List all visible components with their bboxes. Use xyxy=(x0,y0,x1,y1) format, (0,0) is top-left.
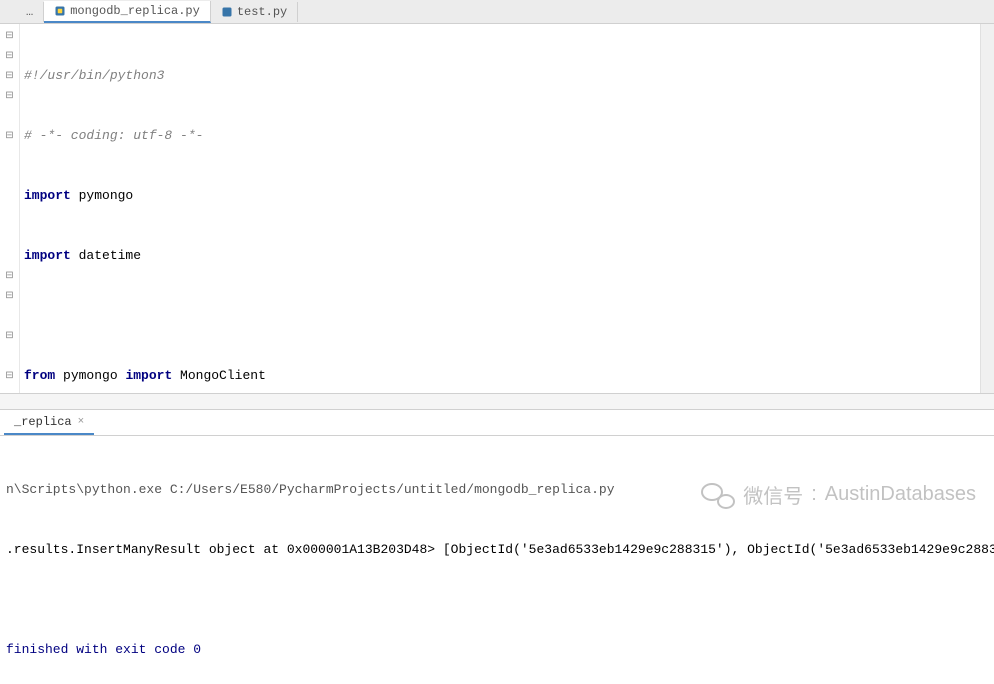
tab-file-2[interactable]: test.py xyxy=(211,2,298,22)
fold-icon[interactable]: ⊟ xyxy=(0,46,19,66)
fold-icon[interactable]: ⊟ xyxy=(0,26,19,46)
run-tab[interactable]: _replica × xyxy=(4,411,94,435)
fold-icon[interactable]: ⊟ xyxy=(0,126,19,146)
tab-label: mongodb_replica.py xyxy=(70,4,200,18)
tab-label: test.py xyxy=(237,5,287,19)
vertical-scrollbar[interactable] xyxy=(980,24,994,393)
editor-tabs: … mongodb_replica.py test.py xyxy=(0,0,994,24)
code-editor[interactable]: #!/usr/bin/python3 # -*- coding: utf-8 -… xyxy=(20,24,980,393)
code-keyword: import xyxy=(24,188,71,203)
tab-file-0[interactable]: … xyxy=(0,2,44,22)
fold-icon[interactable]: ⊟ xyxy=(0,66,19,86)
console-output[interactable]: n\Scripts\python.exe C:/Users/E580/Pycha… xyxy=(0,436,994,684)
python-file-icon xyxy=(54,5,66,17)
fold-icon[interactable]: ⊟ xyxy=(0,286,19,306)
fold-icon[interactable]: ⊟ xyxy=(0,366,19,386)
tab-label: … xyxy=(26,5,33,19)
python-file-icon xyxy=(221,6,233,18)
tab-file-1[interactable]: mongodb_replica.py xyxy=(44,1,211,23)
gutter: ⊟ ⊟ ⊟ ⊟ ⊟ ⊟ ⊟ ⊟ ⊟ xyxy=(0,24,20,393)
fold-icon[interactable]: ⊟ xyxy=(0,86,19,106)
console-exit-line: finished with exit code 0 xyxy=(6,640,988,660)
code-keyword: import xyxy=(24,248,71,263)
run-tabs: _replica × xyxy=(0,410,994,436)
fold-end-icon[interactable]: ⊟ xyxy=(0,326,19,346)
editor-area: ⊟ ⊟ ⊟ ⊟ ⊟ ⊟ ⊟ ⊟ ⊟ #!/usr/bin/python3 # -… xyxy=(0,24,994,394)
python-file-icon xyxy=(10,6,22,18)
close-icon[interactable]: × xyxy=(78,416,85,428)
code-comment: # -*- coding: utf-8 -*- xyxy=(24,128,203,143)
code-comment: #!/usr/bin/python3 xyxy=(24,68,164,83)
console-line: n\Scripts\python.exe C:/Users/E580/Pycha… xyxy=(6,480,988,500)
run-tab-label: _replica xyxy=(14,415,72,429)
panel-divider[interactable] xyxy=(0,394,994,410)
fold-icon[interactable]: ⊟ xyxy=(0,266,19,286)
console-line: .results.InsertManyResult object at 0x00… xyxy=(6,540,988,560)
